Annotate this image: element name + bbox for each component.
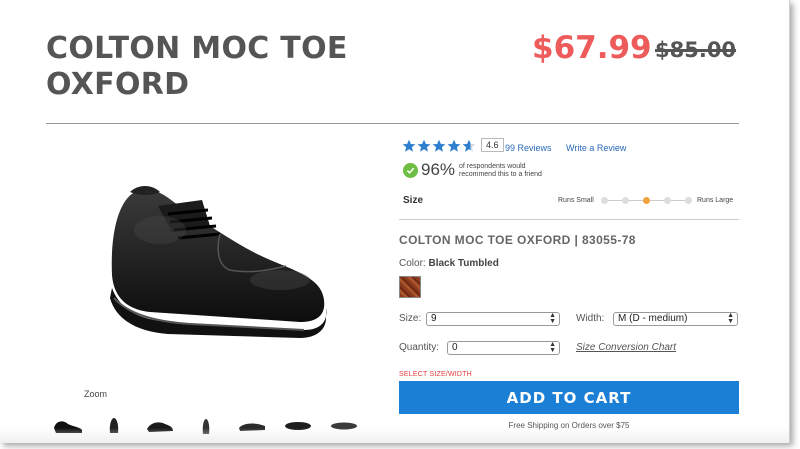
color-value: Black Tumbled [428, 258, 499, 269]
thumbnail-front-view[interactable] [96, 414, 132, 438]
select-arrows-icon: ▲ ▼ [549, 312, 556, 325]
rating-stars[interactable] [402, 139, 476, 153]
product-image[interactable] [90, 170, 350, 360]
thumbnail-angle-view[interactable] [142, 414, 178, 438]
star-icon [402, 139, 416, 152]
quantity-select[interactable]: 0 ▲ ▼ [447, 341, 560, 355]
shipping-note: Free Shipping on Orders over $75 [508, 421, 630, 430]
size-label: Size: [399, 313, 422, 324]
quantity-label: Quantity: [399, 342, 440, 353]
thumbnail-side-view[interactable] [50, 414, 86, 438]
fit-dot [622, 197, 629, 204]
fit-high-label: Runs Large [697, 197, 734, 204]
select-arrows-icon: ▲ ▼ [549, 341, 556, 354]
color-swatch[interactable] [399, 276, 421, 298]
fit-dot [664, 197, 671, 204]
thumbnail-back-view[interactable] [188, 414, 224, 438]
thumbnail-top-view[interactable] [234, 414, 270, 438]
section-divider [399, 219, 739, 220]
star-icon [462, 139, 476, 152]
product-sku-line: COLTON MOC TOE OXFORD | 83055-78 [399, 233, 636, 247]
fit-scale [601, 196, 693, 206]
recommend-text: of respondents would recommend this to a… [459, 163, 542, 178]
thumbnail-sole-view[interactable] [326, 414, 362, 438]
color-line: Color: Black Tumbled [399, 258, 499, 269]
product-title-line1: COLTON MOC TOE [46, 31, 348, 66]
thumbnail-pair-view[interactable] [280, 414, 316, 438]
size-select-value: 9 [431, 313, 437, 324]
title-divider [46, 123, 739, 124]
quantity-select-value: 0 [452, 342, 458, 353]
fit-dot-selected [643, 197, 650, 204]
recommend-percent: 96% [421, 160, 456, 179]
select-arrows-icon: ▲ ▼ [727, 312, 734, 325]
rating-value: 4.6 [481, 138, 504, 152]
zoom-label[interactable]: Zoom [84, 389, 107, 399]
color-label: Color: [399, 258, 426, 269]
fit-dot [685, 197, 692, 204]
fit-label: Size [403, 195, 424, 206]
product-title-line2: OXFORD [46, 67, 190, 102]
sale-price: $67.99 [532, 30, 652, 66]
shoe-image [110, 186, 327, 338]
star-icon [432, 139, 446, 152]
fit-dot [601, 197, 608, 204]
product-page: COLTON MOC TOE OXFORD $67.99 $85.00 Zoom… [0, 0, 790, 443]
width-label: Width: [576, 313, 605, 324]
reviews-link[interactable]: 99 Reviews [505, 143, 552, 153]
size-select[interactable]: 9 ▲ ▼ [426, 312, 560, 326]
star-icon [447, 139, 461, 152]
size-chart-link[interactable]: Size Conversion Chart [576, 342, 676, 353]
fit-low-label: Runs Small [558, 197, 594, 204]
select-size-warning: SELECT SIZE/WIDTH [399, 371, 472, 378]
width-select-value: M (D - medium) [618, 313, 688, 324]
checkmark-icon [403, 163, 418, 178]
add-to-cart-button[interactable]: ADD TO CART [399, 381, 739, 414]
original-price: $85.00 [655, 38, 737, 62]
width-select[interactable]: M (D - medium) ▲ ▼ [613, 312, 738, 326]
thumbnail-strip [50, 412, 370, 440]
write-review-link[interactable]: Write a Review [566, 143, 626, 153]
product-title: COLTON MOC TOE OXFORD [46, 31, 348, 103]
star-icon [417, 139, 431, 152]
